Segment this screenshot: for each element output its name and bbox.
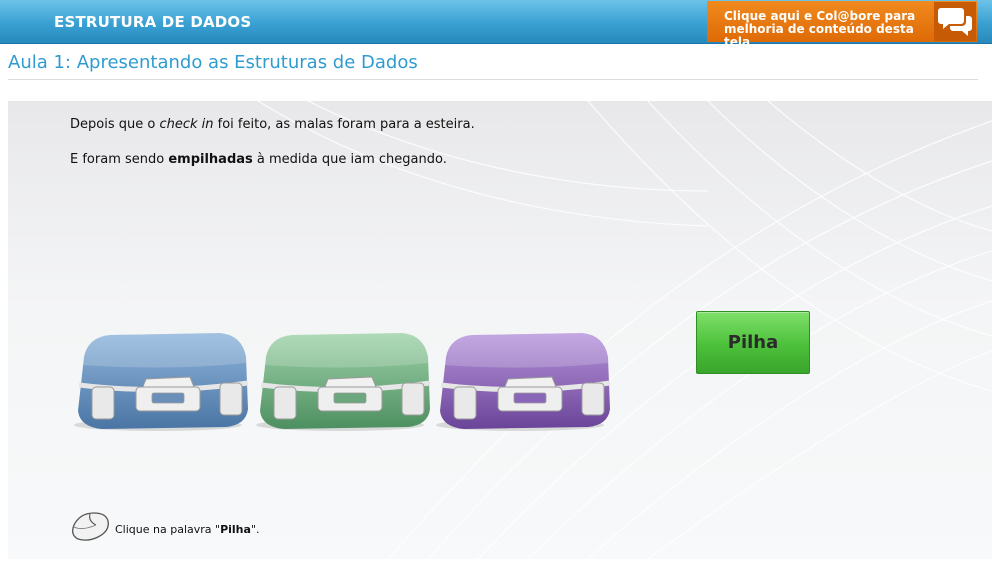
- p2-bold: empilhadas: [168, 152, 253, 167]
- suitcases-row: [74, 333, 611, 431]
- p1-text-1: Depois que o: [70, 117, 160, 132]
- paragraph-checkin: Depois que o check in foi feito, as mala…: [70, 117, 475, 132]
- hint-text: Clique na palavra "Pilha".: [115, 523, 260, 536]
- collaborate-line-2: melhoria de conteúdo desta tela: [724, 22, 914, 49]
- suitcase-purple: [436, 333, 611, 431]
- speech-bubbles-icon: [934, 2, 976, 41]
- hint-bold: Pilha: [220, 523, 251, 536]
- pilha-button-label: Pilha: [727, 332, 779, 353]
- p1-text-2: foi feito, as malas foram para a esteira…: [213, 117, 475, 132]
- suitcase-blue: [74, 333, 249, 431]
- lesson-title: Aula 1: Apresentando as Estruturas de Da…: [8, 52, 418, 73]
- pilha-button[interactable]: Pilha: [696, 311, 810, 374]
- content-stage: Depois que o check in foi feito, as mala…: [8, 101, 992, 559]
- collaborate-button[interactable]: Clique aqui e Col@bore para melhoria de …: [707, 1, 977, 49]
- title-divider: [8, 79, 978, 80]
- header-bar: ESTRUTURA DE DADOS Clique aqui e Col@bor…: [0, 0, 992, 49]
- collaborate-text: Clique aqui e Col@bore para melhoria de …: [724, 10, 934, 49]
- mouse-icon: [72, 512, 109, 541]
- hint-text-1: Clique na palavra ": [115, 523, 221, 536]
- hint-text-2: ".: [250, 523, 260, 536]
- p2-text-1: E foram sendo: [70, 152, 169, 167]
- p2-text-2: à medida que iam chegando.: [252, 152, 447, 167]
- p1-italic: check in: [159, 117, 214, 132]
- course-title: ESTRUTURA DE DADOS: [54, 13, 252, 31]
- suitcase-green: [256, 333, 431, 431]
- paragraph-stacked: E foram sendo empilhadas à medida que ia…: [70, 152, 447, 167]
